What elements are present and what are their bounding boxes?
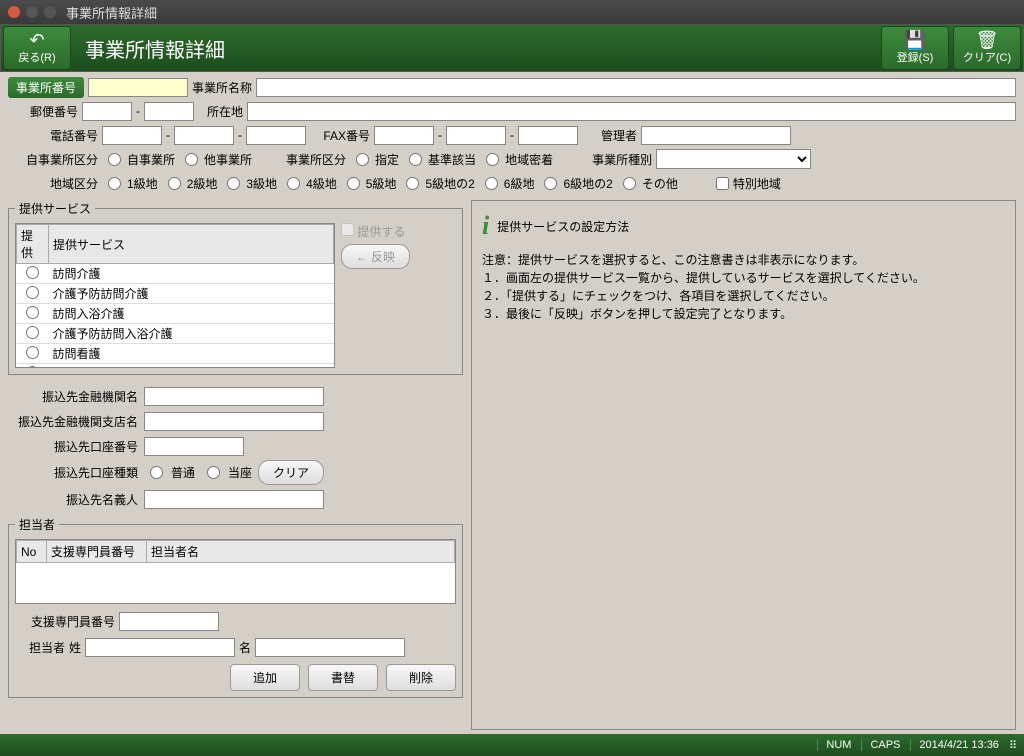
self-office-radio-other[interactable] [185, 153, 198, 166]
bank-clear-button[interactable]: クリア [258, 460, 324, 485]
self-office-label: 自事業所区分 [8, 151, 98, 168]
staff-table[interactable]: No 支援専門員番号 担当者名 [15, 539, 456, 604]
office-div-radio-1[interactable] [356, 153, 369, 166]
acct-type-radio-checking[interactable] [207, 466, 220, 479]
bank-acctno-input[interactable] [144, 437, 244, 456]
trash-icon: 🗑 [976, 31, 999, 49]
service-radio[interactable] [26, 266, 39, 279]
page-title: 事業所情報詳細 [85, 34, 879, 63]
status-datetime: 2014/4/21 13:36 [910, 739, 999, 751]
region-radio-3[interactable] [227, 177, 240, 190]
office-type-select[interactable] [656, 149, 811, 169]
office-name-label: 事業所名称 [192, 79, 252, 96]
service-row[interactable]: 介護予防訪問介護 [17, 284, 334, 304]
tel3-input[interactable] [246, 126, 306, 145]
tel1-input[interactable] [102, 126, 162, 145]
postal2-input[interactable] [144, 102, 194, 121]
titlebar: 事業所情報詳細 [0, 0, 1024, 24]
staff-edit-button[interactable]: 書替 [308, 664, 378, 691]
special-region-checkbox[interactable] [716, 177, 729, 190]
office-name-input[interactable] [256, 78, 1016, 97]
back-arrow-icon: ↶ [29, 31, 44, 49]
fax3-input[interactable] [518, 126, 578, 145]
postal-label: 郵便番号 [8, 103, 78, 120]
fax1-input[interactable] [374, 126, 434, 145]
service-radio[interactable] [26, 346, 39, 359]
self-office-radio-self[interactable] [108, 153, 121, 166]
region-radio-2[interactable] [168, 177, 181, 190]
back-button[interactable]: ↶ 戻る(R) [3, 26, 71, 70]
address-label: 所在地 [198, 103, 243, 120]
office-div-label: 事業所区分 [256, 151, 346, 168]
window-minimize-icon[interactable] [26, 6, 38, 18]
status-num: NUM [817, 739, 851, 751]
status-caps: CAPS [861, 739, 900, 751]
service-row[interactable]: 介護予防訪問看護 [17, 364, 334, 369]
staff-fieldset: 担当者 No 支援専門員番号 担当者名 支援専門員番号 [8, 516, 463, 698]
provide-checkbox-area: 提供する [341, 223, 410, 240]
app-header: ↶ 戻る(R) 事業所情報詳細 💾 登録(S) 🗑 クリア(C) [0, 24, 1024, 72]
region-radio-8[interactable] [544, 177, 557, 190]
region-radio-4[interactable] [287, 177, 300, 190]
window-title: 事業所情報詳細 [66, 3, 157, 22]
region-radio-9[interactable] [623, 177, 636, 190]
spec-no-input[interactable] [119, 612, 219, 631]
staff-firstname-input[interactable] [255, 638, 405, 657]
service-row[interactable]: 訪問看護 [17, 344, 334, 364]
services-fieldset: 提供サービス 提供 提供サービス 訪問介護介護予防訪問介護訪問入浴介護介護予防訪… [8, 200, 463, 375]
provide-checkbox [341, 223, 354, 236]
service-row[interactable]: 訪問入浴介護 [17, 304, 334, 324]
office-type-label: 事業所種別 [557, 151, 652, 168]
fax2-input[interactable] [446, 126, 506, 145]
service-row[interactable]: 訪問介護 [17, 264, 334, 284]
clear-button[interactable]: 🗑 クリア(C) [953, 26, 1021, 70]
fax-label: FAX番号 [310, 127, 370, 144]
register-button[interactable]: 💾 登録(S) [881, 26, 949, 70]
save-icon: 💾 [904, 31, 926, 49]
manager-input[interactable] [641, 126, 791, 145]
service-radio[interactable] [26, 326, 39, 339]
service-radio[interactable] [26, 286, 39, 299]
region-radio-6[interactable] [406, 177, 419, 190]
staff-lastname-input[interactable] [85, 638, 235, 657]
office-number-input[interactable] [88, 78, 188, 97]
service-row[interactable]: 介護予防訪問入浴介護 [17, 324, 334, 344]
service-radio[interactable] [26, 366, 39, 369]
office-div-radio-3[interactable] [486, 153, 499, 166]
region-radio-5[interactable] [347, 177, 360, 190]
office-number-tag: 事業所番号 [8, 77, 84, 98]
region-div-label: 地域区分 [8, 175, 98, 192]
statusbar: NUM CAPS 2014/4/21 13:36 ⠿ [0, 734, 1024, 756]
left-arrow-icon: ← [356, 250, 368, 264]
bank-branch-input[interactable] [144, 412, 324, 431]
service-radio[interactable] [26, 306, 39, 319]
office-div-radio-2[interactable] [409, 153, 422, 166]
acct-type-radio-normal[interactable] [150, 466, 163, 479]
tel2-input[interactable] [174, 126, 234, 145]
reflect-button[interactable]: ←反映 [341, 244, 410, 269]
content-area: 事業所番号 事業所名称 郵便番号 - 所在地 電話番号 - - FAX番号 - … [0, 72, 1024, 734]
info-panel: i 提供サービスの設定方法 注意：提供サービスを選択すると、この注意書きは非表示… [471, 200, 1016, 730]
info-icon: i [482, 211, 489, 241]
manager-label: 管理者 [582, 127, 637, 144]
bank-inst-input[interactable] [144, 387, 324, 406]
postal1-input[interactable] [82, 102, 132, 121]
region-radio-1[interactable] [108, 177, 121, 190]
address-input[interactable] [247, 102, 1016, 121]
staff-delete-button[interactable]: 削除 [386, 664, 456, 691]
tel-label: 電話番号 [8, 127, 98, 144]
bank-holder-input[interactable] [144, 490, 324, 509]
app-window: 事業所情報詳細 ↶ 戻る(R) 事業所情報詳細 💾 登録(S) 🗑 クリア(C)… [0, 0, 1024, 756]
info-title: 提供サービスの設定方法 [497, 218, 629, 235]
window-close-icon[interactable] [8, 6, 20, 18]
staff-add-button[interactable]: 追加 [230, 664, 300, 691]
special-region-label: 特別地域 [733, 175, 781, 192]
region-radio-7[interactable] [485, 177, 498, 190]
service-list[interactable]: 提供 提供サービス 訪問介護介護予防訪問介護訪問入浴介護介護予防訪問入浴介護訪問… [15, 223, 335, 368]
window-maximize-icon[interactable] [44, 6, 56, 18]
resize-grip-icon[interactable]: ⠿ [1009, 739, 1016, 752]
